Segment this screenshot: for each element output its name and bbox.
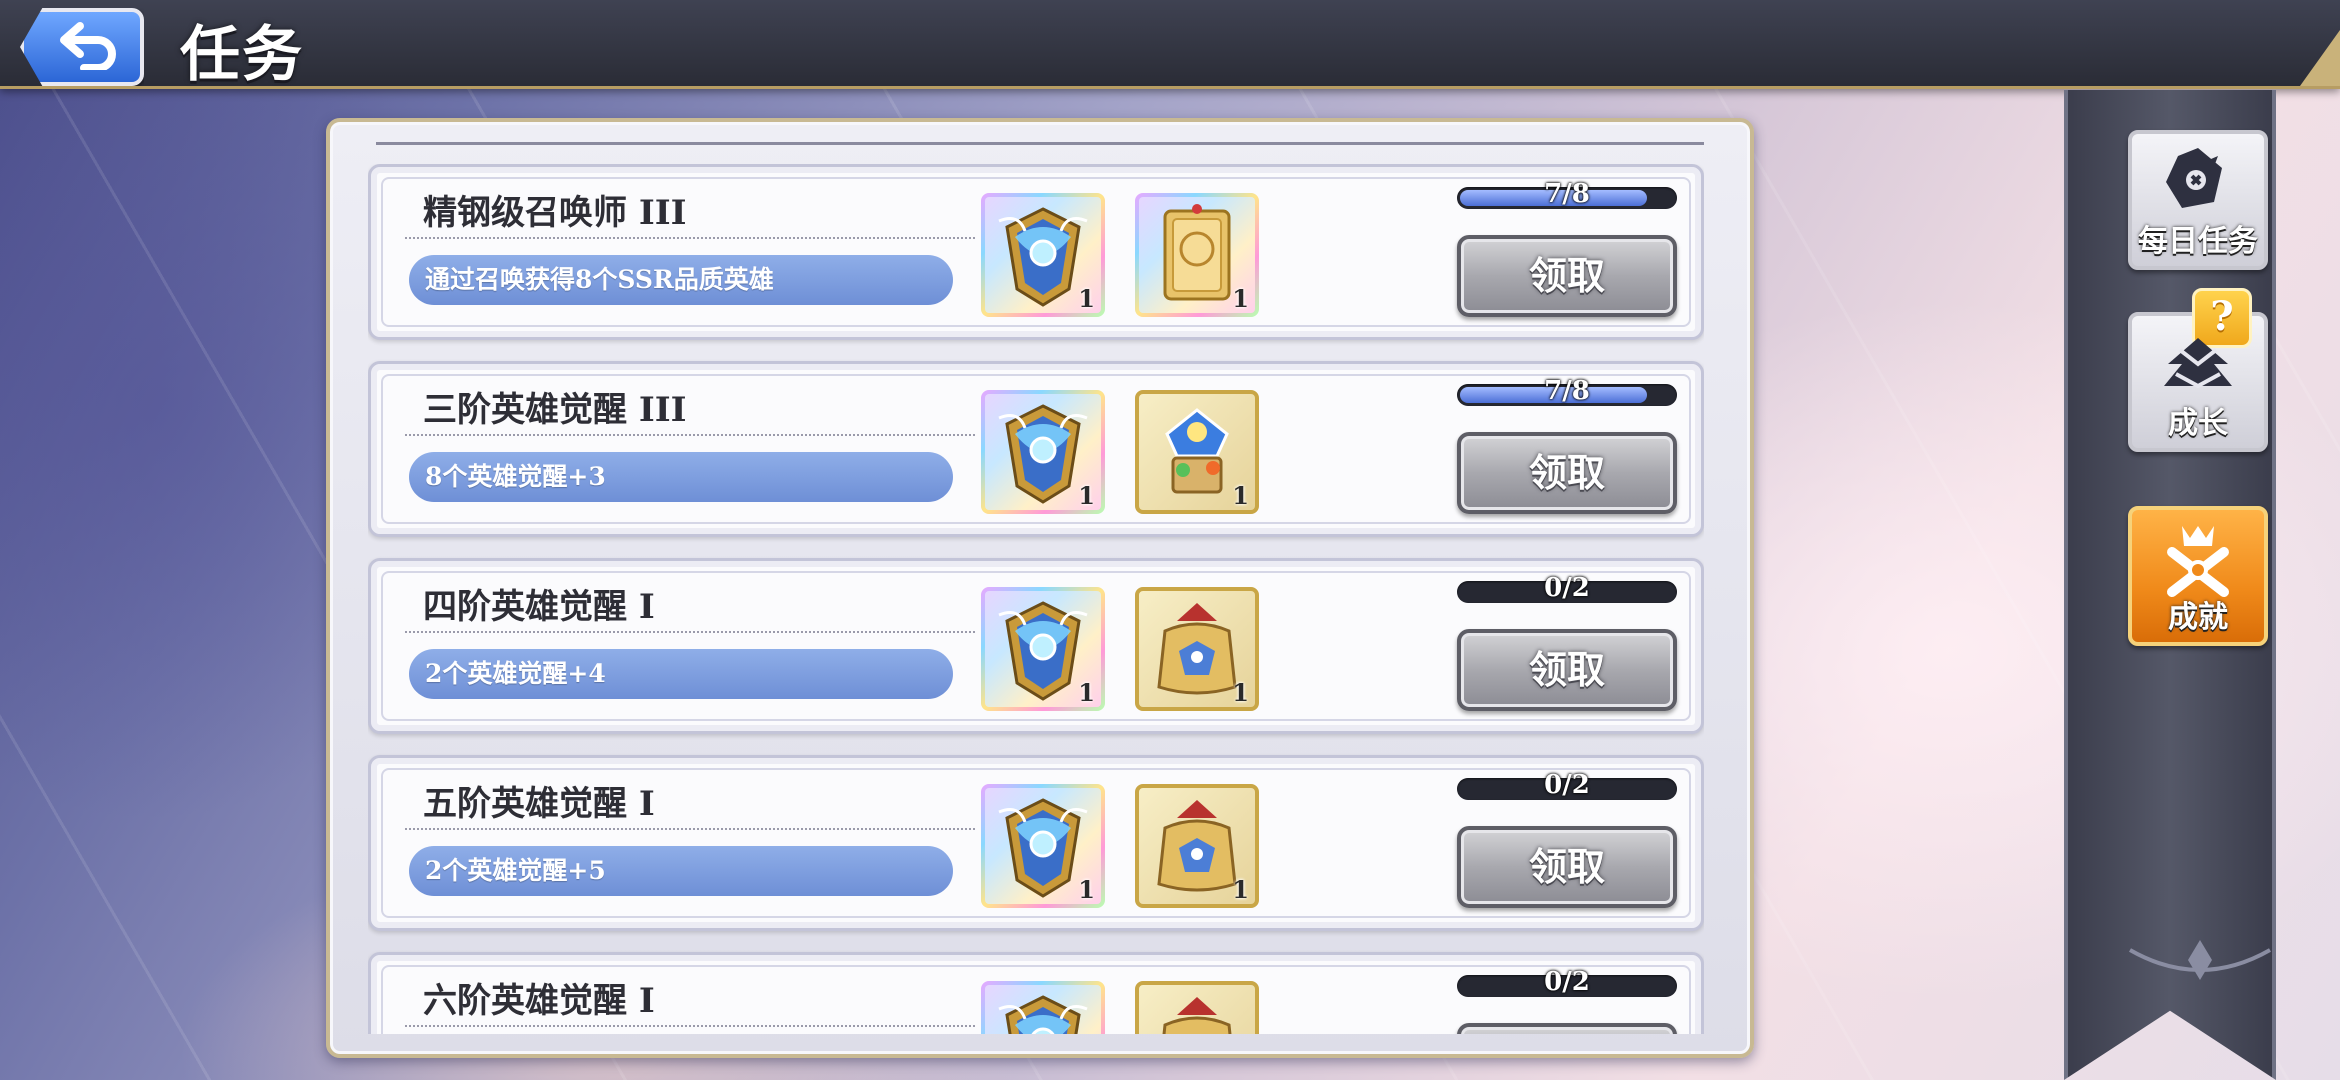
task-description: 2个英雄觉醒+5 [409,846,953,896]
progress-text: 0/2 [1544,967,1590,997]
tab-growth[interactable]: ? 成长 [2128,288,2268,452]
progress-bar: 0/2 [1457,573,1677,603]
task-card: 三阶英雄觉醒 III 8个英雄觉醒+3 1 1 7/8 领取 [368,361,1704,537]
task-divider [405,237,975,239]
claim-button[interactable]: 领取 [1457,235,1677,317]
top-bar: 任务 [0,0,2340,90]
task-title: 三阶英雄觉醒 III [423,390,687,430]
progress-text: 7/8 [1544,376,1590,406]
reward-count: 1 [1232,481,1249,510]
reward-slot[interactable]: 1 [981,193,1105,317]
holo-shield-icon [998,995,1088,1034]
progress-bar: 0/2 [1457,770,1677,800]
task-title: 精钢级召唤师 III [423,193,687,233]
reward-slot[interactable]: 1 [981,784,1105,908]
task-divider [405,1025,975,1027]
reward-count: 1 [1232,875,1249,904]
progress-text: 0/2 [1544,770,1590,800]
task-list[interactable]: 精钢级召唤师 III 通过召唤获得8个SSR品质英雄 1 1 7/8 领取 三阶… [368,164,1704,1034]
reward-count: 1 [1078,284,1095,313]
progress-bar: 7/8 [1457,376,1677,406]
reward-slot[interactable] [981,981,1105,1034]
tab-achievements[interactable]: 成就 [2128,506,2268,646]
claim-button[interactable]: 领取 [1457,1023,1677,1034]
reward-count: 1 [1232,284,1249,313]
treasure-bag-icon [1162,997,1232,1034]
corner-ornament-icon [2300,30,2340,86]
progress-bar: 7/8 [1457,179,1677,209]
reward-slot[interactable]: 1 [1135,587,1259,711]
tab-growth-label: 成长 [2168,406,2228,441]
task-divider [405,631,975,633]
reward-slot[interactable] [1135,981,1259,1034]
claim-button[interactable]: 领取 [1457,432,1677,514]
task-card: 五阶英雄觉醒 I 2个英雄觉醒+5 1 1 0/2 领取 [368,755,1704,931]
reward-count: 1 [1078,678,1095,707]
claim-button[interactable]: 领取 [1457,629,1677,711]
task-description: 通过召唤获得8个SSR品质英雄 [409,255,953,305]
task-description: 8个英雄觉醒+3 [409,452,953,502]
task-card: 精钢级召唤师 III 通过召唤获得8个SSR品质英雄 1 1 7/8 领取 [368,164,1704,340]
task-title: 四阶英雄觉醒 I [423,587,655,627]
progress-text: 7/8 [1544,179,1590,209]
claim-button[interactable]: 领取 [1457,826,1677,908]
reward-slot[interactable]: 1 [1135,784,1259,908]
reward-slot[interactable]: 1 [1135,390,1259,514]
reward-count: 1 [1078,481,1095,510]
panel-divider [376,142,1704,145]
reward-slot[interactable]: 1 [981,587,1105,711]
reward-count: 1 [1232,678,1249,707]
task-description: 2个英雄觉醒+4 [409,649,953,699]
task-title: 五阶英雄觉醒 I [423,784,655,824]
progress-bar: 0/2 [1457,967,1677,997]
task-title: 六阶英雄觉醒 I [423,981,655,1021]
task-divider [405,828,975,830]
task-panel: 精钢级召唤师 III 通过召唤获得8个SSR品质英雄 1 1 7/8 领取 三阶… [326,118,1754,1058]
tab-daily-tasks-label: 每日任务 [2138,224,2258,259]
progress-text: 0/2 [1544,573,1590,603]
task-card: 六阶英雄觉醒 I 0/2 领取 [368,952,1704,1034]
reward-slot[interactable]: 1 [1135,193,1259,317]
tab-daily-tasks[interactable]: 每日任务 [2128,130,2268,270]
page-title: 任务 [180,20,304,90]
reward-count: 1 [1078,875,1095,904]
task-card: 四阶英雄觉醒 I 2个英雄觉醒+4 1 1 0/2 领取 [368,558,1704,734]
rail-emblem-icon [2129,940,2271,980]
back-button[interactable] [20,8,144,86]
task-divider [405,434,975,436]
tab-achievements-label: 成就 [2168,600,2228,635]
back-arrow-icon [60,22,116,70]
reward-slot[interactable]: 1 [981,390,1105,514]
